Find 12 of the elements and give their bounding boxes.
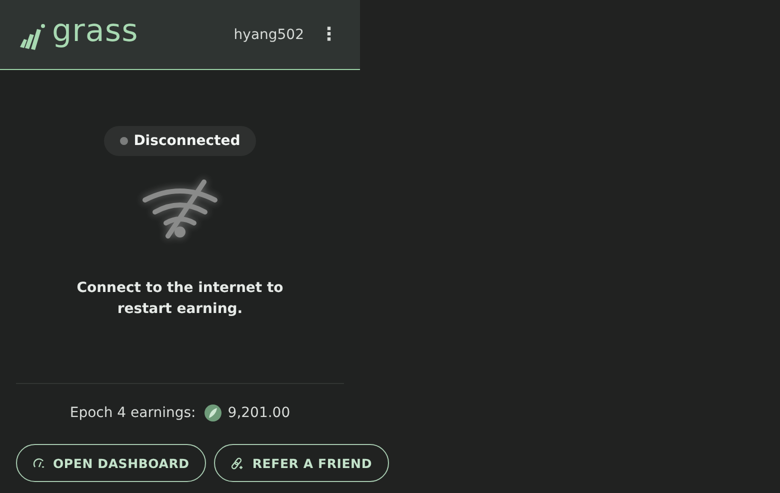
status-badge: Disconnected xyxy=(104,126,256,156)
menu-button[interactable]: ⋮ xyxy=(316,24,342,45)
earnings-amount: 9,201.00 xyxy=(228,405,290,421)
connection-message: Connect to the internet to restart earning. xyxy=(76,279,284,319)
earnings-label: Epoch 4 earnings: xyxy=(70,405,196,421)
dashboard-button[interactable]: OPEN DASHBOARD xyxy=(16,444,206,482)
logo-text: grass xyxy=(52,16,138,47)
username: hyang502 xyxy=(234,26,304,42)
coin-icon xyxy=(204,404,222,422)
refer-button[interactable]: REFER A FRIEND xyxy=(214,444,389,482)
gauge-icon xyxy=(33,457,45,469)
link-icon xyxy=(231,456,244,470)
